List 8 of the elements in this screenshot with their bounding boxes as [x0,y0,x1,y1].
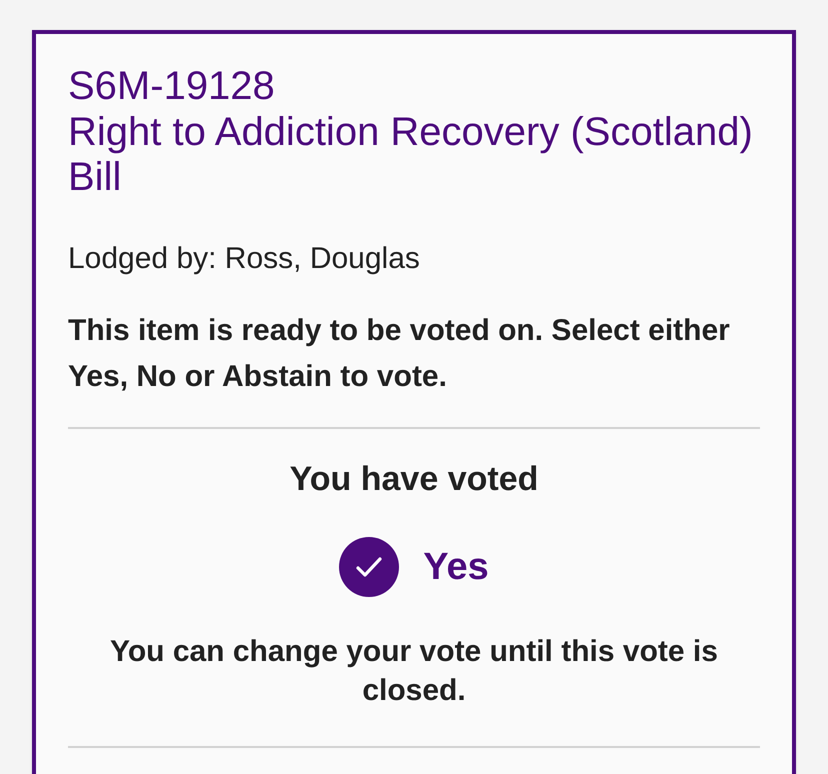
check-circle-icon [339,536,400,596]
vote-choice: Yes [423,544,489,590]
lodged-by-text: Lodged by: Ross, Douglas [68,240,421,276]
motion-reference: S6M-19128 [68,64,276,110]
motion-title: Right to Addiction Recovery (Scotland) Bill [68,110,754,200]
voting-instruction: This item is ready to be voted on. Select either Yes, No or Abstain to vote. [68,312,731,394]
voted-heading: You have voted [288,458,540,498]
change-vote-note: You can change your vote until this vote is closed. [109,634,719,708]
